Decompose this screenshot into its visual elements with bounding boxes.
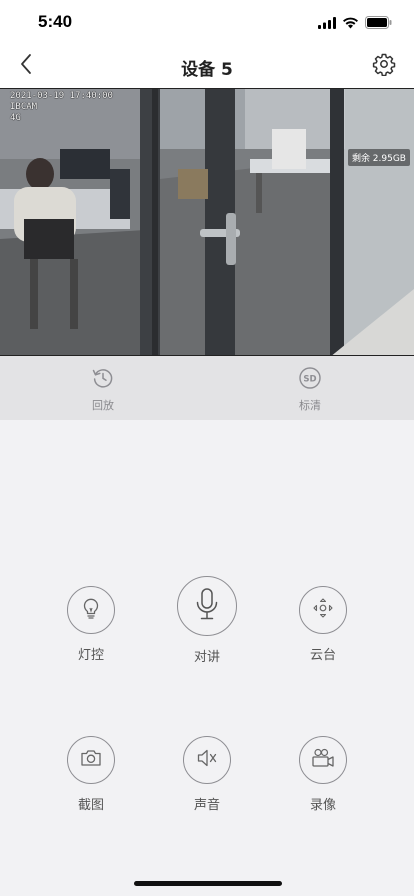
- status-icons: [318, 14, 392, 33]
- osd-camera-name: IBCAM: [10, 102, 38, 112]
- playback-label: 回放: [92, 399, 114, 412]
- status-bar: 5:40: [0, 0, 414, 44]
- camera-scene: [0, 89, 414, 355]
- video-osd: 2021-03-19 17:40:00 IBCAM 4G: [10, 91, 113, 124]
- bulb-icon: [79, 596, 103, 624]
- record-button[interactable]: 录像: [278, 736, 368, 813]
- speaker-mute-icon: [195, 746, 219, 774]
- storage-remaining-badge: 剩余 2.95GB: [347, 149, 410, 166]
- ptz-control-circle: [299, 586, 347, 634]
- light-control-label: 灯控: [77, 648, 104, 663]
- history-icon: [91, 366, 115, 394]
- screenshot-label: 截图: [77, 798, 104, 813]
- screenshot-button[interactable]: 截图: [46, 736, 136, 813]
- intercom-circle: [177, 576, 237, 636]
- home-indicator[interactable]: [134, 881, 282, 886]
- video-record-icon: [310, 746, 336, 774]
- sound-toggle-button[interactable]: 声音: [162, 736, 252, 813]
- signal-icon: [318, 14, 336, 33]
- intercom-label: 对讲: [193, 650, 220, 665]
- sd-quality-icon: SD: [298, 366, 322, 394]
- light-control-circle: [67, 586, 115, 634]
- screenshot-circle: [67, 736, 115, 784]
- microphone-icon: [192, 587, 222, 625]
- light-control-button[interactable]: 灯控: [46, 586, 136, 663]
- osd-timestamp: 2021-03-19 17:40:00: [10, 91, 113, 101]
- page-title: 设备 5: [181, 60, 233, 80]
- camera-icon: [79, 746, 103, 774]
- svg-text:SD: SD: [303, 374, 316, 384]
- ptz-control-label: 云台: [309, 648, 336, 663]
- intercom-button[interactable]: 对讲: [162, 576, 252, 665]
- ptz-control-button[interactable]: 云台: [278, 586, 368, 663]
- nav-bar: 设备 5: [0, 44, 414, 88]
- video-quality-button[interactable]: SD 标清: [270, 366, 350, 413]
- gear-icon: [372, 52, 396, 80]
- sound-toggle-circle: [183, 736, 231, 784]
- status-time: 5:40: [38, 12, 73, 31]
- video-quality-label: 标清: [299, 399, 321, 412]
- quick-action-bar: 回放 SD 标清: [0, 356, 414, 420]
- settings-button[interactable]: [370, 52, 398, 80]
- ptz-icon: [311, 596, 335, 624]
- osd-network: 4G: [10, 113, 21, 123]
- record-circle: [299, 736, 347, 784]
- camera-video-feed[interactable]: 2021-03-19 17:40:00 IBCAM 4G 剩余 2.95GB: [0, 88, 414, 356]
- sound-toggle-label: 声音: [193, 798, 220, 813]
- wifi-icon: [342, 14, 359, 33]
- playback-button[interactable]: 回放: [63, 366, 143, 413]
- battery-icon: [365, 14, 392, 33]
- record-label: 录像: [309, 798, 336, 813]
